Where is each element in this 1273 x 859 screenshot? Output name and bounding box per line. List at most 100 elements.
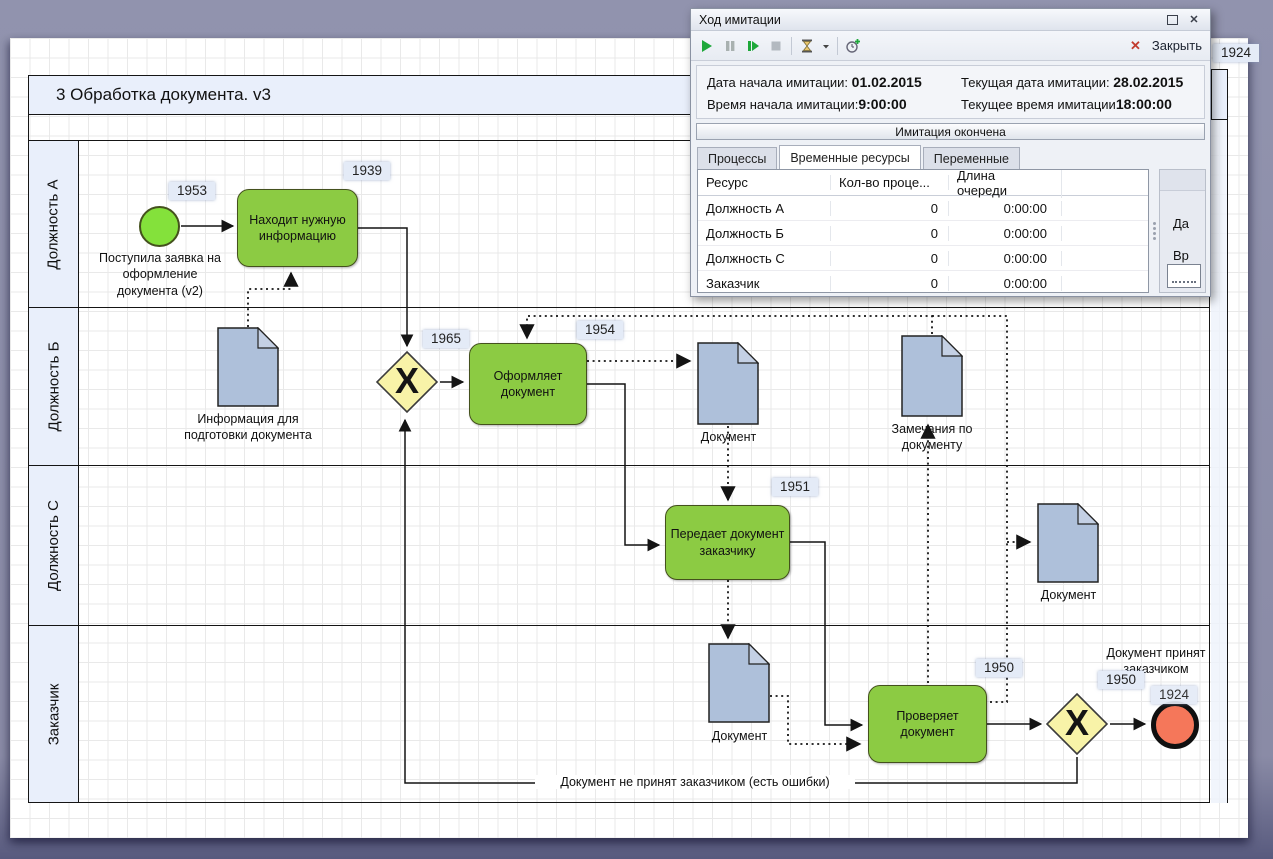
cell-count: 0: [831, 226, 949, 241]
start-date-row: Дата начала имитации: 01.02.2015: [707, 74, 922, 90]
hourglass-dropdown-arrow[interactable]: [822, 38, 830, 54]
gateway-accept[interactable]: X: [1045, 692, 1109, 756]
simulation-info-panel: Дата начала имитации: 01.02.2015 Время н…: [696, 65, 1205, 119]
table-row[interactable]: Заказчик 0 0:00:00: [698, 271, 1148, 293]
simulation-status-bar: Имитация окончена: [696, 123, 1205, 140]
start-time-label: Время начала имитации:: [707, 97, 858, 112]
document-z[interactable]: [708, 643, 770, 724]
start-date-label: Дата начала имитации:: [707, 75, 848, 90]
toolbar-separator: [837, 37, 838, 55]
add-timer-button[interactable]: [845, 38, 861, 54]
simulation-status-text: Имитация окончена: [895, 125, 1006, 139]
lane-line: [28, 465, 1210, 466]
col-resource[interactable]: Ресурс: [698, 175, 831, 190]
document-notes-label: Замечания по документу: [872, 421, 992, 454]
tab-variables[interactable]: Переменные: [923, 147, 1020, 169]
task-make[interactable]: Оформляет документ: [469, 343, 587, 425]
lane-a-header[interactable]: Должность А: [28, 140, 79, 308]
tab-temp-resources[interactable]: Временные ресурсы: [779, 145, 920, 169]
lane-b-label: Должность Б: [45, 342, 62, 432]
gateway-x-symbol: X: [375, 350, 439, 414]
cell-resource: Заказчик: [698, 276, 831, 291]
badge-check: 1950: [976, 659, 1022, 677]
badge-find: 1939: [344, 162, 390, 180]
gateway-rework[interactable]: X: [375, 350, 439, 414]
badge-start: 1953: [169, 182, 215, 200]
lane-c-label: Должность С: [45, 500, 62, 591]
task-check[interactable]: Проверяет документ: [868, 685, 987, 763]
resources-table: Ресурс Кол-во проце... Длина очереди Дол…: [697, 169, 1149, 293]
lane-c-header[interactable]: Должность С: [28, 465, 79, 626]
start-time-row: Время начала имитации:9:00:00: [707, 96, 907, 112]
simulation-dialog: Ход имитации ✕ ✕ Закрыть: [690, 8, 1211, 297]
table-row[interactable]: Должность Б 0 0:00:00: [698, 221, 1148, 246]
badge-pass: 1951: [772, 478, 818, 496]
document-info-label: Информация для подготовки документа: [183, 411, 313, 444]
current-date-label: Текущая дата имитации:: [961, 75, 1110, 90]
badge-make: 1954: [577, 321, 623, 339]
lane-line: [28, 307, 1210, 308]
panel-splitter[interactable]: [1151, 169, 1158, 293]
lane-customer-header[interactable]: Заказчик: [28, 625, 79, 803]
end-event[interactable]: [1151, 701, 1199, 749]
lane-a-label: Должность А: [45, 179, 62, 269]
desktop: 3 Обработка документа. v3 Должность А До…: [0, 0, 1273, 859]
badge-end: 1924: [1151, 686, 1197, 704]
close-button[interactable]: Закрыть: [1152, 38, 1202, 53]
side-panel-ellipsis-button[interactable]: [1167, 264, 1201, 288]
task-find[interactable]: Находит нужную информацию: [237, 189, 358, 267]
cell-queue: 0:00:00: [949, 226, 1062, 241]
toolbar-separator: [791, 37, 792, 55]
dialog-side-panel: Да Вр: [1159, 169, 1206, 293]
start-event[interactable]: [139, 206, 180, 247]
maximize-icon: [1167, 15, 1178, 25]
cell-resource: Должность А: [698, 201, 831, 216]
table-row[interactable]: Должность С 0 0:00:00: [698, 246, 1148, 271]
resources-table-header: Ресурс Кол-во проце... Длина очереди: [698, 170, 1148, 196]
start-time-value: 9:00:00: [858, 96, 906, 112]
side-panel-label-2: Вр: [1173, 248, 1189, 263]
document-info[interactable]: [217, 327, 279, 408]
cell-count: 0: [831, 276, 949, 291]
lane-b-header[interactable]: Должность Б: [28, 307, 79, 466]
dialog-titlebar[interactable]: Ход имитации ✕: [691, 9, 1210, 31]
cell-queue: 0:00:00: [949, 251, 1062, 266]
badge-offscreen: 1924: [1213, 44, 1259, 62]
document-c-label: Документ: [1031, 587, 1106, 603]
table-row[interactable]: Должность А 0 0:00:00: [698, 196, 1148, 221]
document-z-label: Документ: [702, 728, 777, 744]
current-date-row: Текущая дата имитации: 28.02.2015: [961, 74, 1183, 90]
side-panel-header: [1160, 170, 1205, 191]
tab-processes[interactable]: Процессы: [697, 147, 777, 169]
dialog-toolbar: ✕ Закрыть: [691, 31, 1210, 61]
current-time-row: Текущее время имитации18:00:00: [961, 96, 1172, 112]
pause-button[interactable]: [722, 38, 738, 54]
document-b[interactable]: [697, 342, 759, 426]
cell-queue: 0:00:00: [949, 276, 1062, 291]
cell-queue: 0:00:00: [949, 201, 1062, 216]
page-break-strip: [1211, 120, 1227, 803]
col-process-count[interactable]: Кол-во проце...: [831, 175, 949, 190]
document-notes[interactable]: [901, 335, 963, 418]
current-date-value: 28.02.2015: [1113, 74, 1183, 90]
lane-customer-label: Заказчик: [45, 683, 62, 745]
reject-edge-label: Документ не принят заказчиком (есть ошиб…: [535, 775, 855, 789]
start-date-value: 01.02.2015: [852, 74, 922, 90]
maximize-button[interactable]: [1164, 13, 1180, 27]
badge-gateway2: 1950: [1098, 671, 1144, 689]
page-break-cell: [1211, 69, 1228, 120]
gateway-x-symbol: X: [1045, 692, 1109, 756]
stop-button[interactable]: [768, 38, 784, 54]
cell-count: 0: [831, 201, 949, 216]
step-button[interactable]: [745, 38, 761, 54]
col-queue-length[interactable]: Длина очереди: [949, 169, 1062, 198]
hourglass-icon[interactable]: [799, 38, 815, 54]
document-c[interactable]: [1037, 503, 1099, 584]
close-x-icon: ✕: [1130, 38, 1141, 54]
play-button[interactable]: [699, 38, 715, 54]
task-pass[interactable]: Передает документ заказчику: [665, 505, 790, 580]
lane-line: [28, 625, 1210, 626]
current-time-label: Текущее время имитации: [961, 97, 1116, 112]
close-window-button[interactable]: ✕: [1186, 13, 1202, 27]
dialog-tabs: Процессы Временные ресурсы Переменные: [697, 147, 1022, 169]
